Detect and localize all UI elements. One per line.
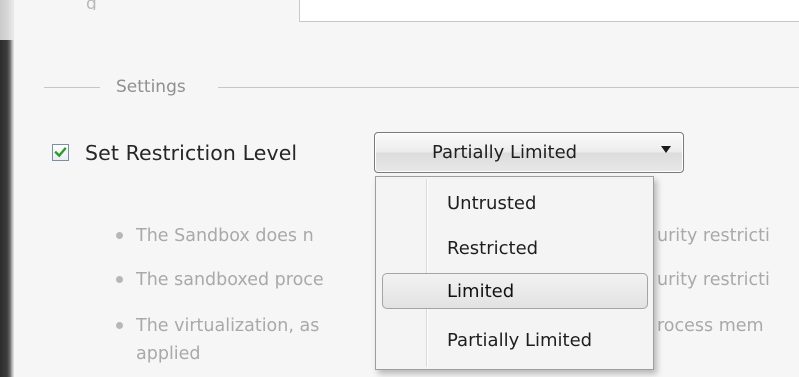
bullet-1-text-right: urity restricti [657,226,770,246]
settings-group-title: Settings [116,77,186,97]
bullet-3-text-left: The virtualization, as [136,316,320,336]
group-divider-left [44,87,100,88]
restriction-level-select[interactable]: Partially Limited [374,132,684,173]
restriction-level-dropdown[interactable]: Untrusted Restricted Limited Partially L… [375,176,654,370]
checkmark-icon [54,147,67,158]
bullet-2-text-right: urity restricti [657,270,770,290]
bullet-2-text-left: The sandboxed proce [136,270,324,290]
bullet-dot [116,322,123,329]
bullet-dot [116,232,123,239]
dropdown-option-label: Restricted [447,238,539,259]
bullet-1-text-left: The Sandbox does n [136,226,314,246]
bullet-dot [116,276,123,283]
dropdown-option-limited[interactable]: Limited [376,271,653,313]
set-restriction-level-label: Set Restriction Level [85,141,298,165]
restriction-level-selected-value: Partially Limited [432,142,578,163]
dropdown-option-highlight [382,273,648,309]
dropdown-option-label: Untrusted [447,193,537,214]
dropdown-option-label: Partially Limited [447,330,593,351]
dropdown-option-restricted[interactable]: Restricted [376,228,653,270]
dropdown-option-untrusted[interactable]: Untrusted [376,183,653,225]
bullet-3-text-right: rocess mem [657,316,764,336]
set-restriction-level-checkbox[interactable] [52,144,69,161]
window-left-edge [0,0,14,377]
top-row-label: g [86,0,97,10]
top-row-field[interactable] [299,0,799,22]
group-divider-right [218,87,799,88]
dropdown-option-label: Limited [447,281,515,302]
chevron-down-icon [661,146,671,153]
dropdown-option-partially-limited[interactable]: Partially Limited [376,320,653,362]
window-left-edge-cap [0,0,14,40]
bullet-3-continuation: applied [136,344,201,364]
